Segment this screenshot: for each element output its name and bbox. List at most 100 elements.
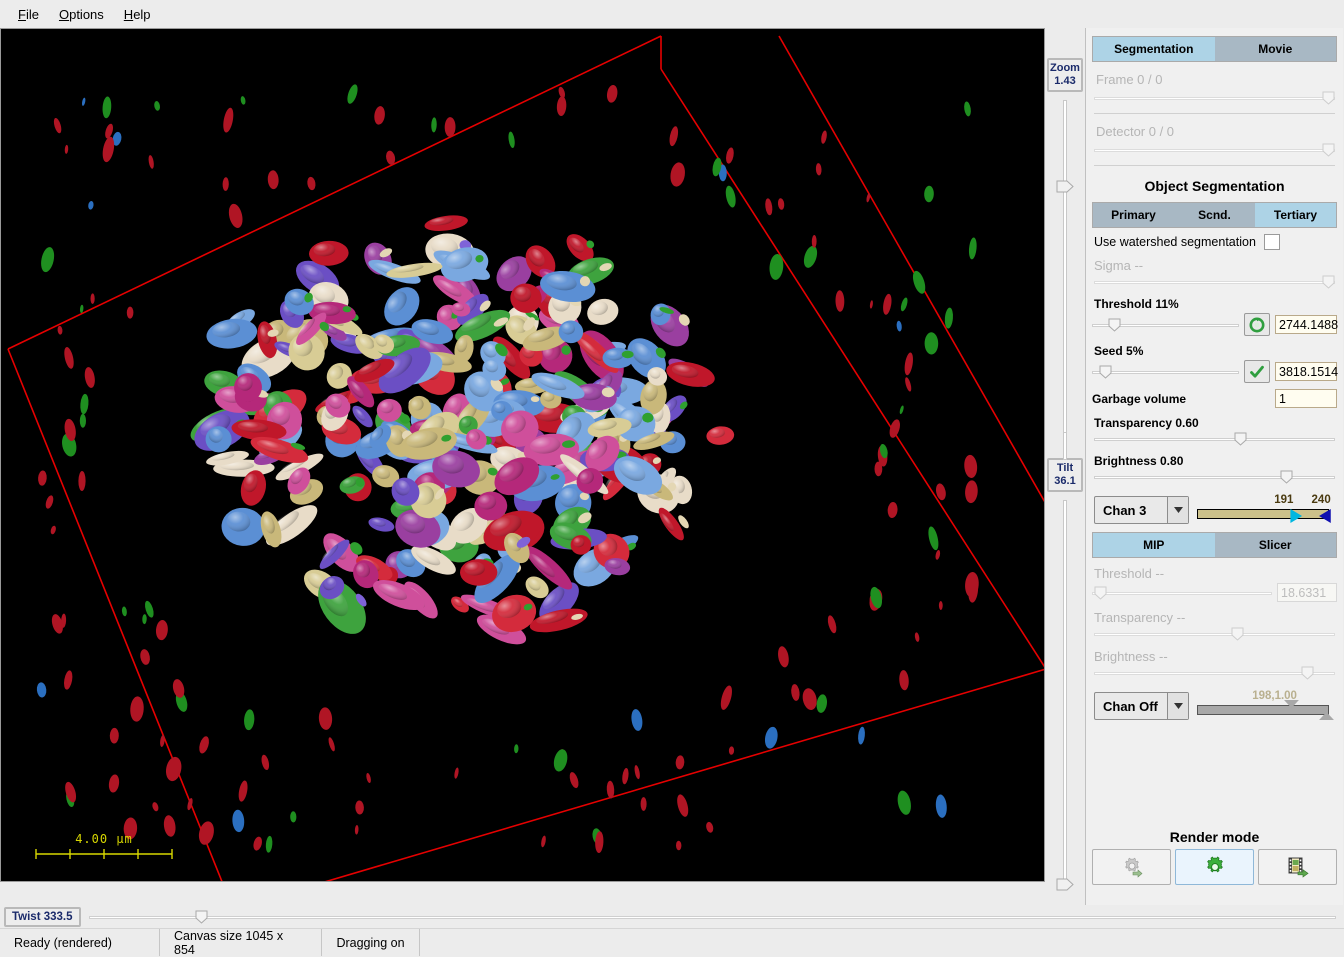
seg-channel-select[interactable]: Chan 3 [1094, 496, 1189, 524]
seed-value-field[interactable]: 3818.1514 [1275, 362, 1337, 381]
render-canvas[interactable]: 4.00 µm [0, 28, 1045, 882]
vol-transparency-slider[interactable] [1094, 627, 1335, 641]
threshold-row: 2744.1488 [1092, 313, 1337, 336]
detector-slider-handle[interactable] [1322, 143, 1335, 157]
sigma-slider-handle[interactable] [1322, 275, 1335, 289]
tilt-readout: Tilt 36.1 [1047, 458, 1083, 492]
detector-slider[interactable] [1094, 143, 1335, 157]
threshold-value-field[interactable]: 2744.1488 [1275, 315, 1337, 334]
status-bar: Ready (rendered) Canvas size 1045 x 854 … [0, 928, 1344, 956]
seg-brightness-handle[interactable] [1280, 470, 1293, 484]
gear-grey-icon [1121, 856, 1143, 878]
menu-item-options[interactable]: Options [49, 5, 114, 24]
tab-primary[interactable]: Primary [1093, 203, 1174, 227]
seed-row: 3818.1514 [1092, 360, 1337, 383]
tilt-slider-track-lower[interactable] [1063, 500, 1067, 890]
twist-slider[interactable] [89, 909, 1336, 925]
seg-range-low: 191 [1274, 494, 1293, 506]
watershed-checkbox[interactable] [1264, 234, 1280, 250]
tab-mip[interactable]: MIP [1093, 533, 1215, 557]
chevron-down-icon-2[interactable] [1167, 693, 1188, 719]
divider-detector [1094, 165, 1335, 166]
control-panel: Segmentation Movie Frame 0 / 0 Detector … [1085, 28, 1343, 905]
tilt-slider-track-upper[interactable] [1063, 432, 1067, 460]
object-segmentation-title: Object Segmentation [1092, 178, 1337, 194]
chevron-down-icon[interactable] [1167, 497, 1188, 523]
seed-slider[interactable] [1092, 365, 1239, 379]
watershed-row[interactable]: Use watershed segmentation [1094, 234, 1335, 250]
seed-confirm-button[interactable] [1244, 360, 1270, 383]
tab-movie[interactable]: Movie [1215, 37, 1337, 61]
tab-tertiary[interactable]: Tertiary [1255, 203, 1336, 227]
threshold-slider[interactable] [1092, 318, 1239, 332]
render-mode-buttons [1092, 849, 1337, 885]
render-mode-draft-button[interactable] [1092, 849, 1171, 885]
film-export-icon [1287, 856, 1309, 878]
twist-slider-handle[interactable] [195, 910, 208, 924]
menu-item-file[interactable]: File [8, 5, 49, 24]
seed-label: Seed 5% [1094, 344, 1337, 358]
seg-colormap[interactable]: 191 240 [1197, 494, 1335, 524]
view-slider-column: Zoom 1.43 Tilt 36.1 [1045, 28, 1085, 905]
tab-secondary[interactable]: Scnd. [1174, 203, 1255, 227]
volume-rendering [1, 29, 1045, 882]
tab-segmentation[interactable]: Segmentation [1093, 37, 1215, 61]
seg-channel-value: Chan 3 [1095, 503, 1167, 518]
tab-slicer[interactable]: Slicer [1215, 533, 1337, 557]
frame-slider-handle[interactable] [1322, 91, 1335, 105]
scale-bar: 4.00 µm [34, 832, 174, 863]
seg-brightness-label: Brightness 0.80 [1094, 454, 1337, 468]
vol-threshold-field: 18.6331 [1277, 583, 1337, 602]
seg-transparency-label: Transparency 0.60 [1094, 416, 1337, 430]
vol-brightness-handle[interactable] [1301, 666, 1314, 680]
render-mode-section: Render mode [1092, 829, 1337, 885]
gear-green-icon [1204, 856, 1226, 878]
seg-transparency-handle[interactable] [1234, 432, 1247, 446]
seed-slider-handle[interactable] [1099, 365, 1112, 379]
status-ready: Ready (rendered) [0, 929, 160, 956]
vol-threshold-handle[interactable] [1094, 586, 1107, 600]
vol-threshold-slider[interactable] [1092, 586, 1272, 600]
zoom-slider-handle[interactable] [1056, 180, 1074, 193]
menu-mnemonic-help: H [124, 7, 133, 22]
render-mode-full-button[interactable] [1175, 849, 1254, 885]
vol-colormap-markers[interactable] [1197, 698, 1335, 722]
frame-slider[interactable] [1094, 91, 1335, 105]
vol-colormap[interactable]: 198,1.00 [1197, 690, 1335, 720]
garbage-volume-label: Garbage volume [1092, 392, 1270, 406]
render-mode-movie-button[interactable] [1258, 849, 1337, 885]
main-tabs: Segmentation Movie [1092, 36, 1337, 62]
vol-channel-select[interactable]: Chan Off [1094, 692, 1189, 720]
menu-item-help[interactable]: Help [114, 5, 161, 24]
sigma-label: Sigma -- [1094, 258, 1337, 273]
vol-brightness-label: Brightness -- [1094, 649, 1337, 664]
seg-colormap-markers[interactable] [1197, 506, 1335, 524]
volume-mode-tabs: MIP Slicer [1092, 532, 1337, 558]
twist-row: Twist 333.5 [0, 905, 1344, 928]
vol-brightness-slider[interactable] [1094, 666, 1335, 680]
render-mode-title: Render mode [1092, 829, 1337, 845]
sigma-slider[interactable] [1094, 275, 1335, 289]
status-canvas-size: Canvas size 1045 x 854 [160, 929, 322, 956]
zoom-slider-track[interactable] [1063, 100, 1067, 450]
tilt-slider-handle[interactable] [1056, 878, 1074, 891]
threshold-slider-handle[interactable] [1108, 318, 1121, 332]
menu-mnemonic-options: O [59, 7, 69, 22]
frame-label: Frame 0 / 0 [1096, 72, 1337, 87]
seg-brightness-slider[interactable] [1094, 470, 1335, 484]
threshold-label: Threshold 11% [1094, 297, 1337, 311]
seg-channel-row: Chan 3 191 240 [1094, 494, 1335, 524]
garbage-volume-field[interactable]: 1 [1275, 389, 1337, 408]
threshold-refresh-button[interactable] [1244, 313, 1270, 336]
segmentation-level-tabs: Primary Scnd. Tertiary [1092, 202, 1337, 228]
seg-transparency-slider[interactable] [1094, 432, 1335, 446]
divider-frame [1094, 113, 1335, 114]
vol-threshold-row: 18.6331 [1092, 583, 1337, 602]
garbage-row: Garbage volume 1 [1092, 389, 1337, 408]
seg-range-high: 240 [1312, 494, 1331, 506]
status-dragging: Dragging on [322, 929, 420, 956]
watershed-label: Use watershed segmentation [1094, 235, 1256, 249]
scale-bar-ticks [34, 848, 174, 860]
refresh-icon [1249, 317, 1265, 333]
vol-transparency-handle[interactable] [1231, 627, 1244, 641]
